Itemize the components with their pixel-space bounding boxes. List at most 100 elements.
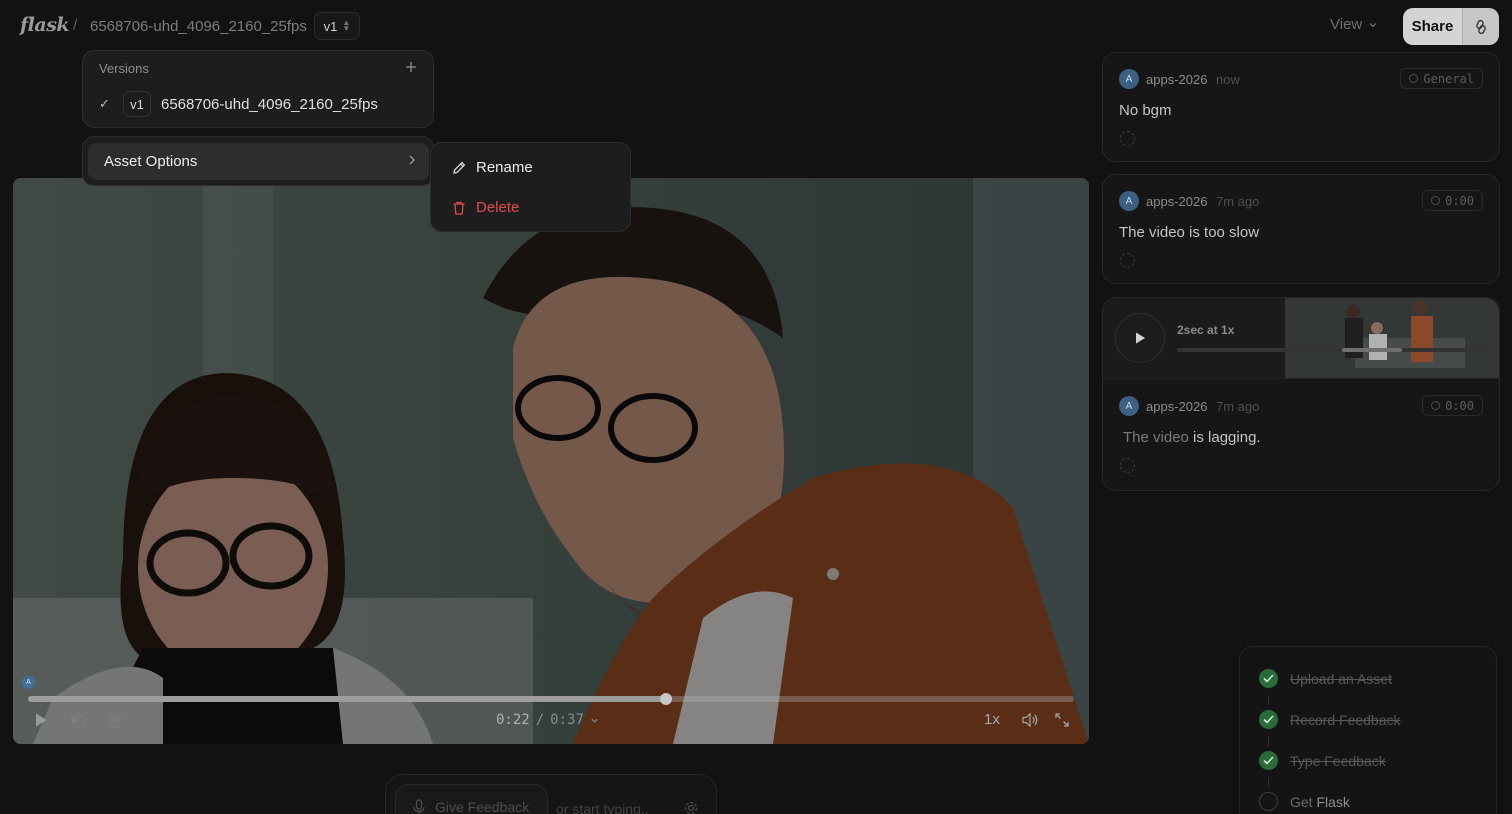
feedback-composer: Give Feedback or start typing.. — [385, 774, 717, 814]
comment-card[interactable]: A apps-2026 now General No bgm — [1102, 52, 1500, 162]
comment-badge-label: General — [1423, 71, 1474, 86]
comment-author: apps-2026 — [1146, 399, 1208, 414]
copy-link-button[interactable] — [1463, 8, 1499, 45]
comment-text-highlight: The video — [1123, 429, 1189, 446]
version-selector[interactable]: v1 ▲ ▼ — [314, 12, 360, 40]
checklist-item[interactable]: Type Feedback — [1259, 751, 1386, 770]
share-button[interactable]: Share — [1403, 8, 1463, 45]
player-controls: A 10 10 0:22 / 0:37 1x — [13, 178, 1089, 744]
time-readout[interactable]: 0:22 / 0:37 — [496, 712, 599, 728]
link-icon — [1476, 19, 1486, 34]
progress-thumb[interactable] — [660, 693, 673, 705]
delete-menu-item[interactable]: Delete — [451, 199, 519, 216]
versions-title: Versions — [99, 61, 149, 76]
check-circle-icon — [1259, 710, 1278, 729]
checklist-connector — [1268, 736, 1269, 746]
versions-popover: Versions ✓ v1 6568706-uhd_4096_2160_25fp… — [82, 50, 434, 128]
comment-author: apps-2026 — [1146, 194, 1208, 209]
version-name: 6568706-uhd_4096_2160_25fps — [161, 95, 378, 113]
comment-timestamp-badge[interactable]: 0:00 — [1422, 395, 1483, 416]
checklist-label-prefix: Get — [1290, 793, 1317, 810]
checklist-item[interactable]: Upload an Asset — [1259, 669, 1392, 688]
chevron-down-icon — [591, 718, 598, 723]
recording-label: 2sec at 1x — [1177, 323, 1235, 337]
trash-icon — [453, 201, 465, 215]
checklist-label: Record Feedback — [1290, 711, 1401, 728]
recording-progress-segment — [1342, 348, 1402, 352]
asset-title[interactable]: 6568706-uhd_4096_2160_25fps — [90, 18, 307, 35]
current-time: 0:22 — [496, 712, 530, 728]
asset-options-submenu: Rename Delete — [430, 142, 631, 232]
add-version-button[interactable] — [405, 58, 417, 78]
playback-speed-button[interactable]: 1x — [984, 711, 1000, 728]
clock-icon — [1431, 196, 1441, 205]
breadcrumb-separator: / — [73, 17, 78, 34]
app-logo[interactable]: flask — [20, 14, 70, 36]
version-selector-label: v1 — [323, 18, 338, 34]
view-menu-label: View — [1330, 16, 1363, 33]
play-icon[interactable] — [34, 712, 48, 728]
resolve-toggle[interactable] — [1120, 253, 1135, 268]
skip-forward-seconds: 10 — [112, 717, 120, 724]
clock-icon — [1431, 401, 1441, 410]
top-bar: flask / 6568706-uhd_4096_2160_25fps v1 ▲… — [0, 0, 1512, 54]
delete-label: Delete — [476, 199, 520, 216]
comment-text: The video is too slow — [1119, 224, 1260, 241]
comment-time: 7m ago — [1216, 194, 1260, 209]
checklist-item[interactable]: Record Feedback — [1259, 710, 1401, 729]
skip-forward-button[interactable]: 10 — [106, 712, 128, 730]
comment-text-rest: is lagging. — [1188, 429, 1261, 446]
give-feedback-label: Give Feedback — [435, 799, 530, 814]
check-circle-icon — [1259, 751, 1278, 770]
recording-progress[interactable] — [1177, 348, 1491, 352]
recording-preview[interactable]: 2sec at 1x — [1103, 298, 1499, 379]
comment-timestamp-badge[interactable]: General — [1400, 68, 1483, 89]
progress-bar[interactable] — [28, 693, 1074, 705]
comment-timestamp-badge[interactable]: 0:00 — [1422, 190, 1483, 211]
rename-menu-item[interactable]: Rename — [451, 159, 533, 176]
skip-back-seconds: 10 — [71, 717, 79, 724]
checklist-connector — [1268, 777, 1269, 787]
comment-card[interactable]: A apps-2026 7m ago 0:00 The video is too… — [1102, 174, 1500, 284]
avatar: A — [1119, 191, 1139, 211]
comment-card[interactable]: 2sec at 1x A apps-2026 7m ago 0:00 The v… — [1102, 297, 1500, 491]
checklist-label: Get Flask — [1290, 794, 1350, 810]
checklist-label-brand: Flask — [1316, 793, 1350, 810]
give-feedback-button[interactable]: Give Feedback — [395, 784, 548, 814]
comment-text: No bgm — [1119, 102, 1172, 119]
plus-icon — [406, 62, 416, 72]
fullscreen-icon[interactable] — [1054, 712, 1070, 728]
comment-badge-label: 0:00 — [1445, 193, 1474, 208]
share-group: Share — [1403, 8, 1499, 45]
resolve-toggle[interactable] — [1120, 131, 1135, 146]
comment-time: 7m ago — [1216, 399, 1260, 414]
version-badge: v1 — [123, 91, 151, 117]
checklist-label: Upload an Asset — [1290, 670, 1392, 687]
comment-text: The video is lagging. — [1123, 429, 1261, 446]
skip-back-button[interactable]: 10 — [69, 712, 91, 730]
asset-options-menu: Asset Options — [82, 136, 434, 186]
asset-options-label: Asset Options — [104, 153, 198, 170]
recording-play-button[interactable] — [1115, 313, 1165, 363]
microphone-icon — [413, 799, 425, 814]
avatar: A — [1119, 396, 1139, 416]
resolve-toggle[interactable] — [1120, 458, 1135, 473]
gear-icon[interactable] — [683, 800, 699, 814]
rename-label: Rename — [476, 159, 533, 176]
comment-badge-label: 0:00 — [1445, 398, 1474, 413]
chevron-right-icon — [409, 155, 415, 165]
video-player[interactable]: A 10 10 0:22 / 0:37 1x — [13, 178, 1089, 744]
volume-icon[interactable] — [1021, 712, 1039, 728]
comment-time: now — [1216, 72, 1240, 87]
view-menu-button[interactable]: View — [1330, 16, 1378, 33]
asset-options-item[interactable]: Asset Options — [88, 143, 429, 180]
version-item[interactable]: ✓ v1 6568706-uhd_4096_2160_25fps — [99, 91, 378, 117]
comment-input[interactable]: or start typing.. — [556, 801, 649, 814]
chevron-down-icon — [1369, 22, 1377, 27]
checklist-item[interactable]: Get Flask — [1259, 792, 1350, 811]
avatar: A — [1119, 69, 1139, 89]
onboarding-checklist: Upload an Asset Record Feedback Type Fee… — [1239, 646, 1497, 814]
comment-marker-avatar[interactable]: A — [22, 676, 35, 689]
recording-thumbnail — [1285, 298, 1499, 378]
empty-circle-icon — [1259, 792, 1278, 811]
